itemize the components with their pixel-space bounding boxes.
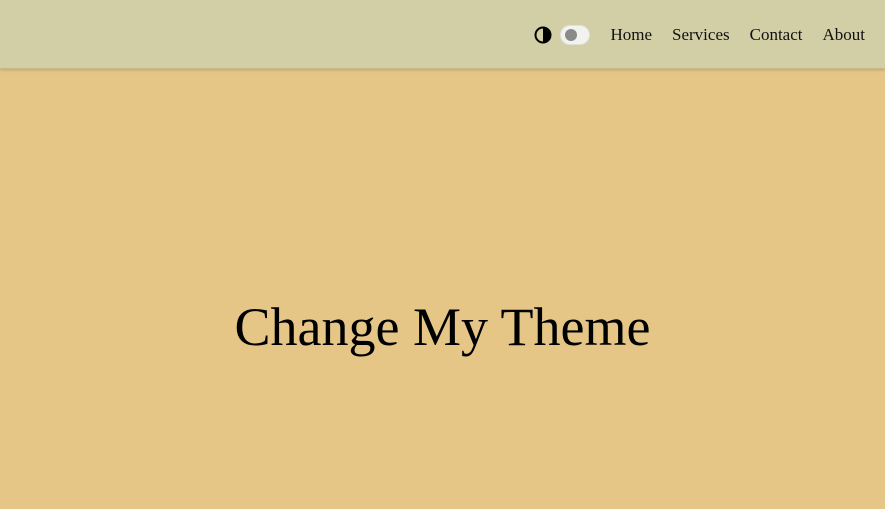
nav-link-home[interactable]: Home [610,25,652,45]
navbar-controls: Home Services Contact About [534,0,865,69]
nav-link-about[interactable]: About [823,25,866,45]
toggle-knob [565,28,578,41]
contrast-icon[interactable] [534,26,552,44]
top-navbar: Home Services Contact About [0,0,885,69]
hero-title: Change My Theme [234,297,651,357]
nav-link-services[interactable]: Services [672,25,730,45]
nav-links: Home Services Contact About [610,25,865,45]
nav-link-contact[interactable]: Contact [750,25,803,45]
theme-toggle-switch[interactable] [560,24,591,45]
